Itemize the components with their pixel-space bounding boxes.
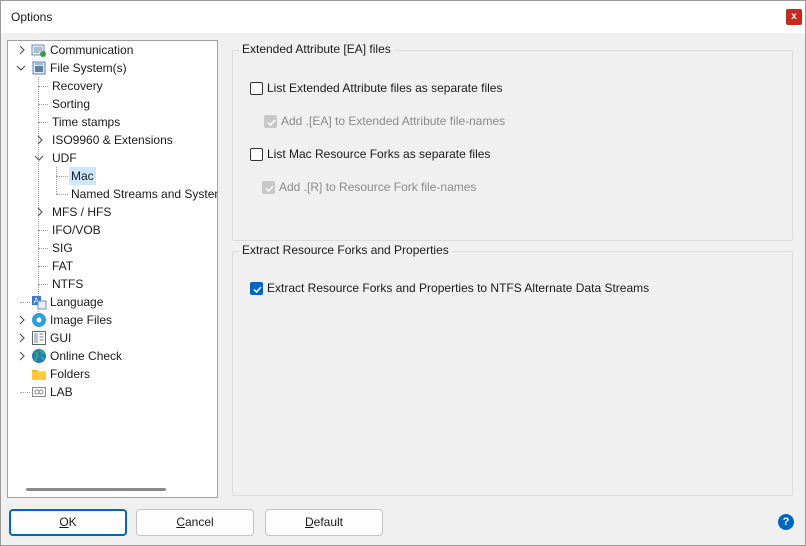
tree-item-online-check[interactable]: Online Check (8, 347, 217, 365)
extended-attribute-group: Extended Attribute [EA] files List Exten… (232, 42, 793, 241)
tree-item-communication[interactable]: Communication (8, 41, 217, 59)
tree-item-label: Image Files (50, 313, 113, 327)
tree-item-iso9960[interactable]: ISO9960 & Extensions (8, 131, 217, 149)
tree-item-label: Named Streams and Systems (71, 187, 218, 201)
tree-item-gui[interactable]: GUI (8, 329, 217, 347)
tree-item-label: FAT (52, 259, 74, 273)
tree-item-label: Recovery (52, 79, 103, 93)
help-icon: ? (782, 516, 790, 528)
chevron-right-icon[interactable] (35, 207, 45, 217)
checkmark-icon (265, 185, 274, 193)
tree-item-sig[interactable]: SIG (8, 239, 217, 257)
tree-item-time-stamps[interactable]: Time stamps (8, 113, 217, 131)
tree-item-recovery[interactable]: Recovery (8, 77, 217, 95)
options-tree[interactable]: Communication File System(s) Recovery So… (7, 40, 218, 498)
default-button[interactable]: Default (265, 509, 383, 536)
checkbox-label: Add .[EA] to Extended Attribute file-nam… (281, 114, 506, 128)
window-title: Options (11, 10, 53, 24)
help-button[interactable]: ? (778, 514, 794, 530)
tree-item-label: Communication (50, 43, 134, 57)
checkbox-box[interactable] (264, 115, 277, 128)
tree-item-label: Language (50, 295, 104, 309)
settings-panel: Extended Attribute [EA] files List Exten… (224, 40, 801, 498)
tree-item-ntfs[interactable]: NTFS (8, 275, 217, 293)
tree-horizontal-scrollbar[interactable] (26, 488, 166, 491)
cancel-accel: C (176, 515, 185, 529)
options-dialog: Options x Communication File System(s) R… (0, 0, 806, 546)
chevron-right-icon[interactable] (17, 45, 27, 55)
checkbox-label: Extract Resource Forks and Properties to… (267, 281, 650, 295)
ok-label: K (68, 515, 77, 529)
tree-item-fat[interactable]: FAT (8, 257, 217, 275)
chevron-right-icon[interactable] (17, 333, 27, 343)
tree-item-mfs-hfs[interactable]: MFS / HFS (8, 203, 217, 221)
tree-item-label: File System(s) (50, 61, 127, 75)
tree-item-label: GUI (50, 331, 72, 345)
checkbox-label: Add .[R] to Resource Fork file-names (279, 180, 477, 194)
communication-icon (31, 44, 46, 57)
tree-item-language[interactable]: A Language (8, 293, 217, 311)
group-title: Extract Resource Forks and Properties (239, 243, 452, 257)
tree-item-label: ISO9960 & Extensions (52, 133, 173, 147)
tree-item-file-systems[interactable]: File System(s) (8, 59, 217, 77)
tree-item-image-files[interactable]: Image Files (8, 311, 217, 329)
chevron-right-icon[interactable] (17, 315, 27, 325)
checkbox-label: List Extended Attribute files as separat… (267, 81, 503, 95)
tree-item-label: MFS / HFS (52, 205, 112, 219)
tree-item-label: Online Check (50, 349, 123, 363)
image-files-icon (32, 313, 46, 327)
cancel-button[interactable]: Cancel (136, 509, 254, 536)
extract-resource-forks-group: Extract Resource Forks and Properties Ex… (232, 243, 793, 496)
tree-item-label: LAB (50, 385, 73, 399)
checkbox-box[interactable] (262, 181, 275, 194)
tree-item-folders[interactable]: Folders (8, 365, 217, 383)
default-label: efault (313, 515, 344, 529)
close-icon: x (791, 11, 797, 22)
checkmark-icon (253, 286, 262, 294)
checkbox-label: List Mac Resource Forks as separate file… (267, 147, 491, 161)
folder-icon (32, 370, 46, 380)
tree-item-lab[interactable]: LAB (8, 383, 217, 401)
chevron-right-icon[interactable] (35, 135, 45, 145)
tree-item-label: UDF (52, 151, 77, 165)
cancel-label: ancel (184, 515, 214, 529)
checkmark-icon (267, 119, 276, 127)
tree-item-label: Time stamps (52, 115, 121, 129)
tree-item-label: NTFS (52, 277, 84, 291)
globe-icon (32, 349, 46, 363)
tree-item-label: IFO/VOB (52, 223, 101, 237)
tree-item-udf[interactable]: UDF (8, 149, 217, 167)
checkbox-box[interactable] (250, 148, 263, 161)
group-title: Extended Attribute [EA] files (239, 42, 394, 56)
tree-item-ifo-vob[interactable]: IFO/VOB (8, 221, 217, 239)
tree-item-label: Folders (50, 367, 91, 381)
tree-item-label: Sorting (52, 97, 91, 111)
tree-item-mac[interactable]: Mac (8, 167, 217, 185)
ok-accel: O (59, 515, 69, 529)
language-icon: A (32, 296, 47, 310)
chevron-down-icon[interactable] (34, 153, 44, 163)
ok-button[interactable]: OK (9, 509, 127, 536)
file-system-icon (32, 61, 46, 75)
tree-item-sorting[interactable]: Sorting (8, 95, 217, 113)
checkbox-box[interactable] (250, 82, 263, 95)
tree-item-named-streams[interactable]: Named Streams and Systems (8, 185, 217, 203)
title-bar: Options x (1, 1, 805, 33)
chevron-right-icon[interactable] (17, 351, 27, 361)
tree-item-label: Mac (69, 167, 96, 185)
checkbox-box[interactable] (250, 282, 263, 295)
gui-icon (32, 331, 46, 345)
tree-item-label: SIG (52, 241, 73, 255)
close-button[interactable]: x (786, 9, 802, 25)
chevron-down-icon[interactable] (16, 63, 26, 73)
default-accel: D (304, 515, 314, 529)
lab-icon (32, 387, 46, 397)
